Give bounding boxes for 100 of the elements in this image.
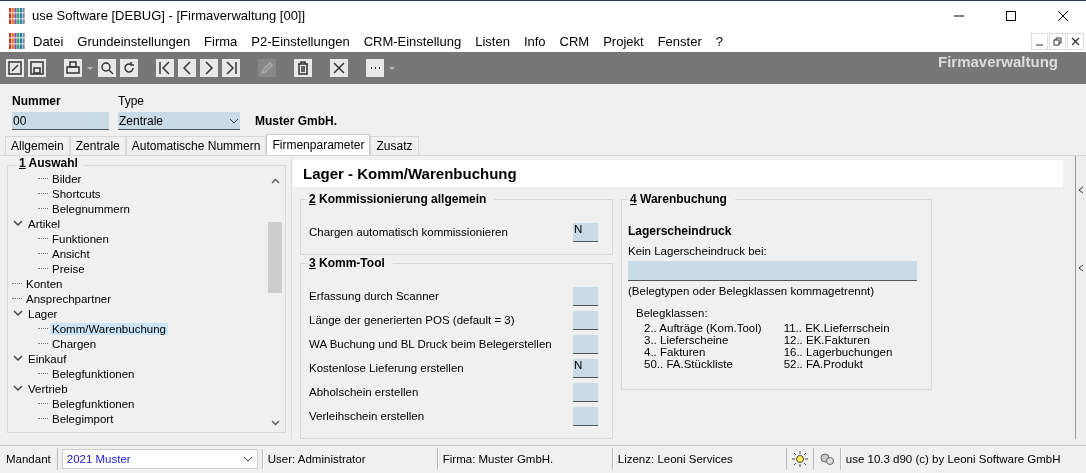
setting-label: Länge der generierten POS (default = 3) [309, 314, 515, 326]
menu-item[interactable]: Info [516, 33, 553, 49]
tree-item[interactable]: Preise [50, 262, 87, 275]
setting-field[interactable]: N [573, 358, 598, 378]
tab[interactable]: Automatische Nummern [125, 136, 267, 155]
field-hint: (Belegtypen oder Belegklassen kommagetrennt) [628, 285, 876, 297]
setting-label: Erfassung durch Scanner [309, 290, 439, 302]
field-label: Kein Lagerscheindruck bei: [628, 245, 768, 257]
close-icon [1071, 36, 1080, 46]
tree-item[interactable]: Einkauf [26, 352, 69, 365]
setting-field[interactable]: N [573, 222, 598, 242]
setting-field[interactable] [573, 334, 598, 354]
class-entry: 2.. Aufträge (Kom.Tool) [644, 322, 762, 334]
menu-item[interactable]: CRM-Einstellung [356, 33, 469, 49]
tree-item[interactable]: Ansprechpartner [24, 292, 114, 305]
setting-field[interactable] [573, 406, 598, 426]
sun-icon[interactable] [791, 451, 808, 467]
menu-item[interactable]: Grundeinstellungen [70, 33, 198, 49]
status-license: Lizenz: Leoni Services [612, 448, 787, 470]
next-record-icon[interactable] [200, 59, 218, 77]
setting-field[interactable] [573, 310, 598, 330]
cancel-icon[interactable] [330, 59, 348, 77]
menu-item[interactable]: P2-Einstellungen [244, 33, 357, 49]
classes-label: Belegklassen: [636, 307, 709, 319]
menu-item[interactable]: Datei [26, 33, 71, 49]
tree-item[interactable]: Komm/Warenbuchung [50, 322, 168, 335]
class-entry: 50.. FA.Stückliste [644, 358, 734, 370]
tree-item[interactable]: Konten [24, 277, 65, 290]
menu-item[interactable]: Fenster [650, 33, 709, 49]
page-title: Lager - Komm/Warenbuchung [293, 160, 1063, 187]
section-title: Lagerscheindruck [628, 224, 733, 238]
trash-icon[interactable] [294, 59, 312, 77]
chevron-down-icon [242, 456, 253, 462]
gears-icon[interactable] [818, 451, 835, 467]
tree-item[interactable]: Belegnummern [50, 202, 132, 215]
child-minimize-button[interactable] [1031, 32, 1048, 50]
mandant-dropdown[interactable]: 2021 Muster [61, 449, 258, 469]
setting-label: Abholschein erstellen [309, 386, 419, 398]
status-version: use 10.3 d90 (c) by Leoni Software GmbH [840, 448, 1086, 470]
scroll-down-icon[interactable] [270, 419, 280, 426]
class-entry: 4.. Fakturen [644, 346, 707, 358]
tree-item[interactable]: Belegfunktionen [50, 397, 137, 410]
tree-item[interactable]: Shortcuts [50, 187, 103, 200]
number-field[interactable]: 00 [12, 112, 109, 130]
tree-item[interactable]: Funktionen [50, 232, 111, 245]
chevron-icon[interactable] [12, 308, 26, 319]
chevron-icon[interactable] [12, 353, 26, 364]
close-icon [1057, 9, 1069, 22]
window-title: use Software [DEBUG] - [Firmaverwaltung [00]] [32, 8, 307, 23]
setting-label: WA Buchung und BL Druck beim Belegerstellen [309, 338, 552, 350]
child-close-button[interactable] [1067, 32, 1084, 50]
field-label: Type [118, 94, 145, 108]
menu-item[interactable]: Firma [197, 33, 245, 49]
class-entry: 3.. Lieferscheine [644, 334, 730, 346]
class-entry: 11.. EK.Lieferrschein [783, 322, 891, 334]
group-title: 3 Komm-Tool [307, 256, 393, 270]
tree-item[interactable]: Artikel [26, 217, 62, 230]
restore-icon [1053, 36, 1062, 46]
maximize-icon [1005, 9, 1017, 22]
chevron-icon[interactable] [12, 218, 26, 229]
menu-item[interactable]: ? [708, 33, 730, 49]
setting-field[interactable] [573, 382, 598, 402]
setting-label: Verleihschein erstellen [309, 410, 425, 422]
refresh-icon[interactable] [120, 59, 138, 77]
tree-item[interactable]: Ansicht [50, 247, 92, 260]
text-field[interactable] [628, 261, 917, 281]
tree-item[interactable]: Vertrieb [26, 382, 70, 395]
tab[interactable]: Allgemein [5, 136, 70, 155]
tab[interactable]: Firmenparameter [266, 134, 371, 155]
tree-item[interactable]: Chargen [50, 337, 99, 350]
tree-item[interactable]: Belegimport [50, 412, 116, 425]
scroll-thumb[interactable] [268, 222, 282, 293]
class-entry: 12.. EK.Fakturen [783, 334, 871, 346]
chevron-down-icon [229, 117, 239, 124]
chevron-icon[interactable] [12, 383, 26, 394]
previous-record-icon[interactable] [178, 59, 196, 77]
first-record-icon[interactable] [156, 59, 174, 77]
mandant-label: Mandant [0, 448, 58, 470]
type-dropdown[interactable]: Zentrale [118, 112, 240, 130]
module-title: Firmaverwaltung [937, 53, 1058, 70]
app-logo-icon [8, 6, 26, 25]
minimize-icon [1036, 43, 1043, 46]
scroll-up-icon[interactable] [270, 177, 280, 184]
group-title: 2 Kommissionierung allgemein [307, 192, 495, 206]
group-title: 1 Auswahl [16, 156, 84, 170]
menu-item[interactable]: CRM [552, 33, 597, 49]
search-icon[interactable] [98, 59, 116, 77]
child-restore-button[interactable] [1049, 32, 1066, 50]
tab[interactable]: Zentrale [69, 136, 126, 155]
print-icon[interactable] [64, 59, 82, 77]
new-icon[interactable] [6, 59, 24, 77]
tree-item[interactable]: Belegfunktionen [50, 367, 137, 380]
menu-item[interactable]: Projekt [596, 33, 651, 49]
tree-item[interactable]: Lager [26, 307, 60, 320]
save-icon[interactable] [28, 59, 46, 77]
tree-item[interactable]: Bilder [50, 172, 84, 185]
menu-item[interactable]: Listen [468, 33, 517, 49]
last-record-icon[interactable] [222, 59, 240, 77]
tab[interactable]: Zusatz [370, 136, 419, 155]
setting-field[interactable] [573, 286, 598, 306]
